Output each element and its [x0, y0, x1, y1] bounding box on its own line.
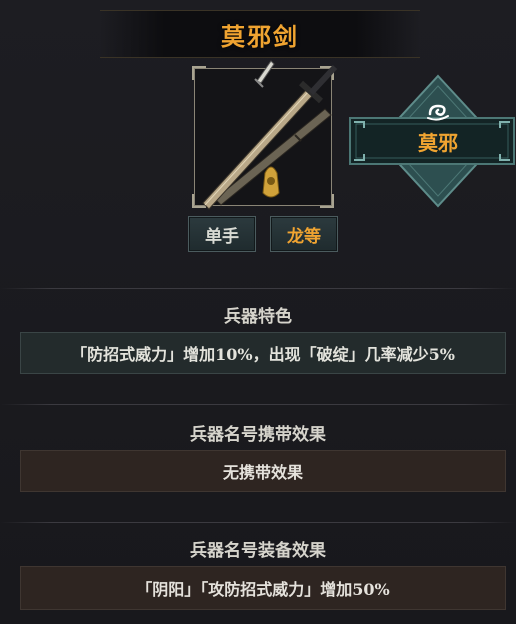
section-divider — [0, 522, 516, 523]
hand-type-tag[interactable]: 单手 — [188, 216, 256, 252]
feature-text: 「防招式威力」增加10%，出现「破绽」几率减少5% — [71, 345, 455, 364]
carry-section-title: 兵器名号携带效果 — [190, 425, 326, 445]
feature-text-panel: 「防招式威力」增加10%，出现「破绽」几率减少5% — [20, 332, 506, 374]
grade-tag[interactable]: 龙等 — [270, 216, 338, 252]
weapon-title: 莫邪剑 — [221, 21, 299, 51]
section-divider — [0, 404, 516, 405]
weapon-name-badge[interactable]: 莫邪 — [348, 74, 516, 208]
equip-section-title: 兵器名号装备效果 — [190, 541, 326, 561]
equip-text: 「阴阳」「攻防招式威力」增加50% — [136, 580, 390, 599]
sword-icon — [202, 60, 338, 210]
carry-text-panel: 无携带效果 — [20, 450, 506, 492]
section-divider — [0, 288, 516, 289]
weapon-detail-panel: 莫邪剑 单手 龙等 莫邪 兵器特色 「防招式威力」增加10%，出现「破绽」几率减… — [0, 0, 516, 624]
carry-text: 无携带效果 — [222, 463, 303, 482]
equip-text-panel: 「阴阳」「攻防招式威力」增加50% — [20, 566, 506, 610]
badge-name-label: 莫邪 — [418, 130, 458, 155]
weapon-image-frame — [192, 60, 338, 210]
feature-section-title: 兵器特色 — [224, 307, 292, 327]
